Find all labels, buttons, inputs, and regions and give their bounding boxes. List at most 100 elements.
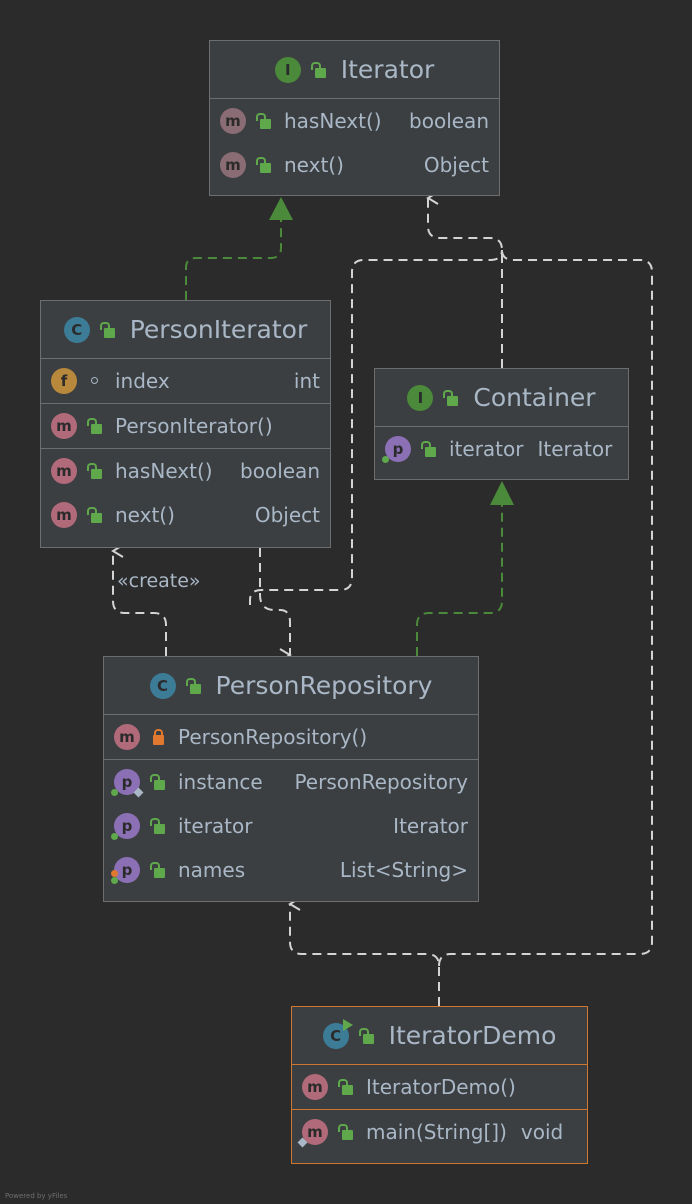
- member-type: boolean: [240, 459, 320, 483]
- package-private-icon: [87, 373, 103, 389]
- method-icon: m: [114, 724, 140, 750]
- member-row[interactable]: m next() Object: [41, 493, 330, 537]
- method-icon: m: [51, 458, 77, 484]
- container-header: I Container: [375, 369, 628, 427]
- public-lock-icon: [256, 157, 272, 173]
- iterator-title: Iterator: [340, 55, 435, 84]
- member-name: iterator: [178, 814, 253, 838]
- iterator-methods: m hasNext() boolean m next() Object: [210, 99, 499, 187]
- static-method-icon: m: [297, 1119, 328, 1148]
- edge-iterator-realization-arrowhead: [269, 197, 293, 220]
- iteratordemo-constructors: m IteratorDemo(): [292, 1065, 587, 1110]
- class-icon: C: [149, 672, 176, 699]
- member-row[interactable]: p names List<String>: [104, 848, 478, 892]
- member-row[interactable]: p iterator Iterator: [104, 804, 478, 848]
- public-lock-icon: [421, 441, 437, 457]
- iterator-interface-node[interactable]: I Iterator m hasNext() boolean m next() …: [209, 40, 500, 196]
- public-lock-icon: [87, 463, 103, 479]
- member-row[interactable]: m PersonRepository(): [104, 715, 478, 759]
- personiterator-header: C PersonIterator: [41, 301, 330, 359]
- member-type: Object: [254, 503, 320, 527]
- public-lock-icon: [338, 1079, 354, 1095]
- member-row[interactable]: m hasNext() boolean: [210, 99, 499, 143]
- personrepository-header: C PersonRepository: [104, 657, 478, 715]
- member-type: PersonRepository: [294, 770, 468, 794]
- member-row[interactable]: m PersonIterator(): [41, 404, 330, 448]
- method-icon: m: [302, 1074, 328, 1100]
- iteratordemo-class-node[interactable]: C IteratorDemo m IteratorDemo() m main(S…: [291, 1006, 588, 1164]
- private-lock-icon: [150, 729, 166, 745]
- personrepository-title: PersonRepository: [215, 671, 433, 700]
- member-name: index: [115, 369, 170, 393]
- member-row[interactable]: m next() Object: [210, 143, 499, 187]
- member-row[interactable]: m IteratorDemo(): [292, 1065, 587, 1109]
- class-icon: C: [63, 316, 90, 343]
- member-name: next(): [284, 153, 344, 177]
- property-icon: p: [382, 436, 411, 463]
- personiterator-methods: m hasNext() boolean m next() Object: [41, 449, 330, 537]
- runnable-class-icon: C: [322, 1018, 353, 1049]
- public-lock-icon: [150, 774, 166, 790]
- edge-personrepository-creates-personiterator: [111, 544, 167, 656]
- public-lock-icon: [338, 1124, 354, 1140]
- public-lock-icon: [87, 418, 103, 434]
- edge-personiterator-depends-personrepository: [259, 548, 292, 662]
- container-title: Container: [473, 383, 596, 412]
- member-name: next(): [115, 503, 175, 527]
- create-edge-label: «create»: [117, 570, 201, 592]
- interface-icon: I: [274, 56, 301, 83]
- abstract-method-icon: m: [220, 152, 246, 178]
- member-row[interactable]: m hasNext() boolean: [41, 449, 330, 493]
- member-name: main(String[]): [366, 1120, 507, 1144]
- member-row[interactable]: p instance PersonRepository: [104, 760, 478, 804]
- member-type: boolean: [409, 109, 489, 133]
- property-icon: p: [111, 813, 140, 840]
- container-properties: p iterator Iterator: [375, 427, 628, 471]
- member-row[interactable]: f index int: [41, 359, 330, 403]
- public-lock-icon: [310, 61, 327, 78]
- property-icon: p: [111, 769, 144, 798]
- watermark: Powered by yFiles: [5, 1192, 68, 1200]
- method-icon: m: [51, 502, 77, 528]
- public-lock-icon: [99, 321, 116, 338]
- member-name: PersonRepository(): [178, 725, 368, 749]
- public-lock-icon: [443, 389, 459, 406]
- member-type: Object: [423, 153, 489, 177]
- personrepository-class-node[interactable]: C PersonRepository m PersonRepository() …: [103, 656, 479, 902]
- member-row[interactable]: m main(String[]) void: [292, 1110, 587, 1154]
- edge-personrepository-realizes-container: [416, 505, 503, 656]
- member-name: IteratorDemo(): [366, 1075, 516, 1099]
- member-type: Iterator: [537, 437, 613, 461]
- member-name: hasNext(): [115, 459, 213, 483]
- personrepository-properties: p instance PersonRepository p iterator I…: [104, 760, 478, 892]
- member-type: void: [520, 1120, 564, 1144]
- member-type: List<String>: [339, 858, 468, 882]
- member-name: PersonIterator(): [115, 414, 273, 438]
- personiterator-class-node[interactable]: C PersonIterator f index int m PersonIte…: [40, 300, 331, 548]
- personrepository-constructors: m PersonRepository(): [104, 715, 478, 760]
- public-lock-icon: [150, 818, 166, 834]
- container-interface-node[interactable]: I Container p iterator Iterator: [374, 368, 629, 480]
- personiterator-fields: f index int: [41, 359, 330, 404]
- public-lock-icon: [87, 507, 103, 523]
- iteratordemo-methods: m main(String[]) void: [292, 1110, 587, 1154]
- iterator-header: I Iterator: [210, 41, 499, 99]
- edge-container-realization-arrowhead: [490, 481, 514, 505]
- method-icon: m: [51, 413, 77, 439]
- edge-container-depends-iterator: [426, 191, 503, 368]
- edge-iteratordemo-depends-personrepository: [288, 897, 440, 1006]
- iteratordemo-title: IteratorDemo: [388, 1021, 557, 1050]
- member-row[interactable]: p iterator Iterator: [375, 427, 628, 471]
- member-name: names: [178, 858, 246, 882]
- member-type: int: [293, 369, 320, 393]
- member-name: hasNext(): [284, 109, 382, 133]
- personiterator-title: PersonIterator: [129, 315, 308, 344]
- member-name: iterator: [449, 437, 524, 461]
- member-type: Iterator: [393, 814, 468, 838]
- field-icon: f: [51, 368, 77, 394]
- public-lock-icon: [358, 1027, 375, 1044]
- abstract-method-icon: m: [220, 108, 246, 134]
- iteratordemo-header: C IteratorDemo: [292, 1007, 587, 1065]
- property-icon: p: [111, 857, 140, 884]
- public-lock-icon: [256, 113, 272, 129]
